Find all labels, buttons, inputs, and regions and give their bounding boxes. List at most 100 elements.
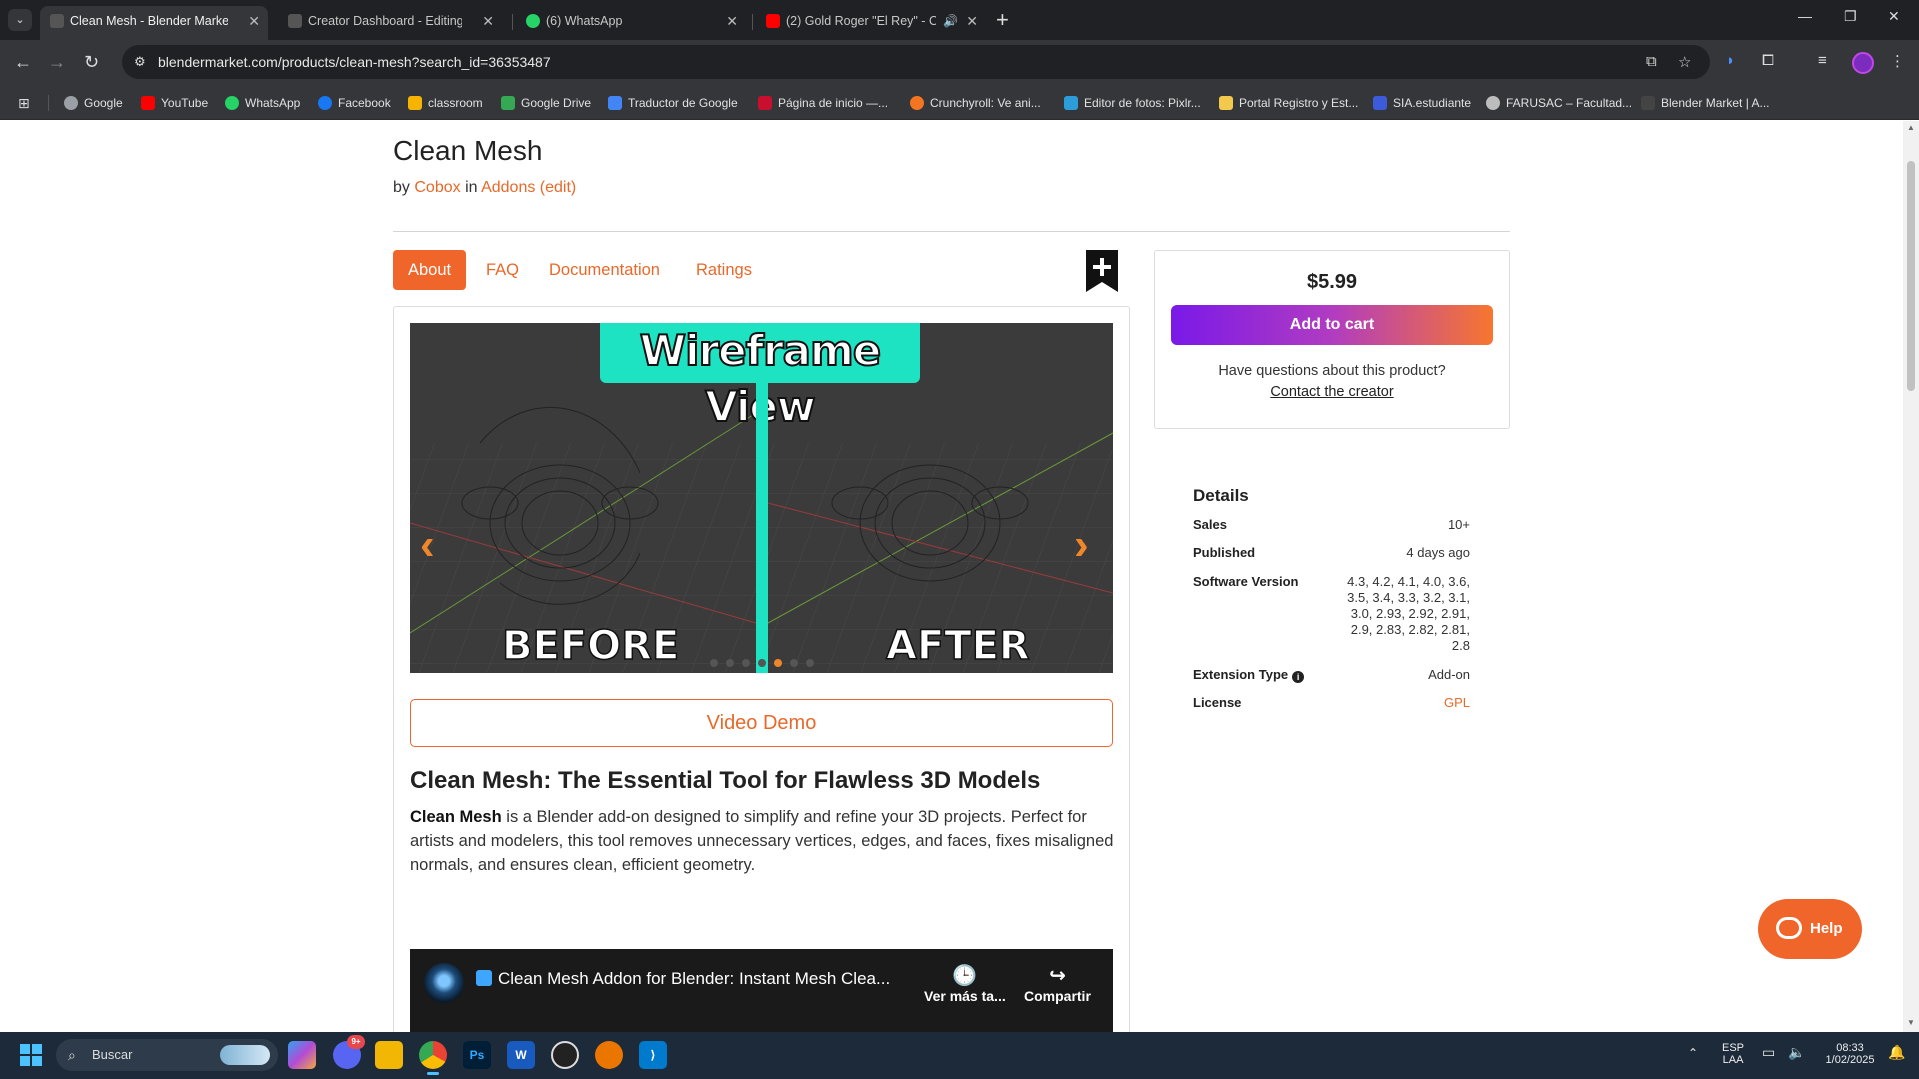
close-window-icon[interactable]: ✕ (1888, 8, 1900, 25)
bookmark-label: SIA.estudiante (1393, 96, 1472, 110)
taskbar-search[interactable]: ⌕ Buscar (56, 1039, 278, 1071)
word-icon[interactable]: W (507, 1041, 535, 1069)
tab-whatsapp[interactable]: (6) WhatsApp ✕ (516, 6, 746, 40)
scroll-down-icon[interactable]: ▼ (1907, 1018, 1915, 1027)
new-tab-icon[interactable]: + (996, 6, 1009, 34)
bookmark-classroom[interactable]: classroom (408, 86, 483, 120)
minimize-icon[interactable]: — (1798, 8, 1812, 24)
scroll-up-icon[interactable]: ▲ (1907, 123, 1915, 132)
add-to-cart-button[interactable]: Add to cart (1171, 305, 1493, 345)
search-placeholder: Buscar (92, 1047, 133, 1062)
vscode-icon[interactable]: ⟩ (639, 1041, 667, 1069)
details-heading: Details (1193, 486, 1249, 505)
profile-avatar[interactable] (1852, 52, 1874, 74)
scroll-thumb[interactable] (1907, 161, 1915, 391)
video-demo-button[interactable]: Video Demo (410, 699, 1113, 747)
carousel-next-icon[interactable]: › (1074, 523, 1089, 567)
close-tab-icon[interactable]: ✕ (966, 6, 978, 36)
close-tab-icon[interactable]: ✕ (726, 6, 738, 36)
bookmark-whatsapp[interactable]: WhatsApp (225, 86, 300, 120)
file-explorer-icon[interactable] (375, 1041, 403, 1069)
apps-grid-icon[interactable]: ⊞ (18, 95, 30, 112)
carousel-prev-icon[interactable]: ‹ (420, 523, 435, 567)
help-button[interactable]: Help (1758, 899, 1862, 959)
reload-icon[interactable]: ↻ (84, 51, 99, 73)
bookmark-home-page[interactable]: Página de inicio —... (758, 86, 888, 120)
blender-icon[interactable] (595, 1041, 623, 1069)
translate-icon[interactable]: ⧉ (1646, 53, 1657, 70)
site-info-icon[interactable]: ⚙ (134, 54, 146, 70)
classroom-icon (408, 96, 422, 110)
carousel-dot[interactable] (790, 659, 798, 667)
bookmark-pixlr[interactable]: Editor de fotos: Pixlr... (1064, 86, 1201, 120)
tab-search-icon[interactable]: ⌄ (8, 9, 32, 31)
carousel-dot[interactable] (726, 659, 734, 667)
bookmark-star-icon[interactable]: ☆ (1678, 53, 1691, 71)
carousel-dot[interactable] (742, 659, 750, 667)
blender-market-favicon-icon (50, 14, 64, 28)
bookmark-crunchyroll[interactable]: Crunchyroll: Ve ani... (910, 86, 1041, 120)
channel-avatar[interactable] (424, 963, 464, 1003)
tab-clean-mesh[interactable]: Clean Mesh - Blender Market ✕ (40, 6, 268, 40)
chrome-icon[interactable] (419, 1041, 447, 1075)
watch-later-button[interactable]: 🕒 Ver más ta... (924, 963, 1006, 1004)
tab-faq[interactable]: FAQ (486, 250, 519, 290)
page-scrollbar[interactable]: ▲ ▼ (1903, 121, 1919, 1032)
copilot-icon[interactable] (288, 1041, 316, 1069)
windows-taskbar: ⌕ Buscar 9+ Ps W ⟩ ⌃ ESP LAA ▭ 🔈 08:33 1… (0, 1032, 1919, 1079)
extensions-puzzle-icon[interactable]: ⧠ (1762, 52, 1774, 69)
bookmark-google[interactable]: Google (64, 86, 123, 120)
product-image-carousel[interactable]: Wireframe View BEFORE AFTER ‹ › (410, 323, 1113, 673)
weather-widget-icon[interactable] (220, 1045, 270, 1065)
discord-icon[interactable]: 9+ (333, 1035, 365, 1069)
media-controls-icon[interactable]: ≡ (1818, 52, 1827, 69)
bookmark-sia-estudiante[interactable]: SIA.estudiante (1373, 86, 1471, 120)
contact-creator-link[interactable]: Contact the creator (1154, 384, 1510, 400)
tab-documentation[interactable]: Documentation (549, 250, 660, 290)
browser-toolbar: ← → ↻ ⚙ blendermarket.com/products/clean… (0, 40, 1919, 86)
tab-about[interactable]: About (393, 250, 467, 290)
tab-creator-dashboard[interactable]: Creator Dashboard - Editing Pro ✕ (278, 6, 502, 40)
bookmark-blender-market[interactable]: Blender Market | A... (1641, 86, 1770, 120)
youtube-icon (141, 96, 155, 110)
edit-link[interactable]: (edit) (540, 179, 576, 196)
carousel-dot[interactable] (758, 659, 766, 667)
address-bar[interactable]: ⚙ blendermarket.com/products/clean-mesh?… (122, 45, 1710, 79)
menu-kebab-icon[interactable]: ⋮ (1890, 52, 1905, 70)
close-tab-icon[interactable]: ✕ (482, 6, 494, 36)
carousel-dot[interactable] (806, 659, 814, 667)
license-link[interactable]: GPL (1330, 695, 1470, 711)
add-to-collection-bookmark-icon[interactable] (1086, 250, 1118, 292)
youtube-embed[interactable]: Clean Mesh Addon for Blender: Instant Me… (410, 949, 1113, 1032)
language-indicator[interactable]: ESP LAA (1722, 1042, 1744, 1066)
carousel-dot[interactable] (774, 659, 782, 667)
close-tab-icon[interactable]: ✕ (248, 6, 260, 36)
audio-playing-icon[interactable]: 🔊 (943, 6, 958, 36)
photoshop-icon[interactable]: Ps (463, 1041, 491, 1069)
carousel-dot[interactable] (710, 659, 718, 667)
bookmark-translator[interactable]: Traductor de Google (608, 86, 738, 120)
notifications-bell-icon[interactable]: 🔔 (1888, 1044, 1905, 1061)
tab-youtube[interactable]: (2) Gold Roger "El Rey" - One 🔊 ✕ (756, 6, 986, 40)
extension-icon[interactable]: ◗ (1726, 52, 1735, 69)
tab-ratings[interactable]: Ratings (696, 250, 752, 290)
bookmark-farusac[interactable]: FARUSAC – Facultad... (1486, 86, 1632, 120)
obs-icon[interactable] (551, 1041, 579, 1069)
clock[interactable]: 08:33 1/02/2025 (1818, 1042, 1882, 1066)
share-button[interactable]: ↪ Compartir (1024, 963, 1091, 1004)
show-hidden-icons-icon[interactable]: ⌃ (1688, 1046, 1698, 1060)
youtube-video-title[interactable]: Clean Mesh Addon for Blender: Instant Me… (476, 969, 890, 989)
windows-start-icon[interactable] (20, 1044, 42, 1066)
bookmark-portal-registro[interactable]: Portal Registro y Est... (1219, 86, 1358, 120)
restore-icon[interactable]: ❐ (1844, 8, 1857, 25)
author-link[interactable]: Cobox (414, 179, 460, 196)
category-link[interactable]: Addons (481, 179, 535, 196)
network-icon[interactable]: ▭ (1762, 1044, 1775, 1061)
info-icon[interactable]: i (1292, 671, 1305, 683)
bookmark-facebook[interactable]: Facebook (318, 86, 391, 120)
bookmark-google-drive[interactable]: Google Drive (501, 86, 591, 120)
back-icon[interactable]: ← (14, 51, 32, 73)
volume-icon[interactable]: 🔈 (1788, 1044, 1805, 1061)
bookmark-youtube[interactable]: YouTube (141, 86, 208, 120)
forward-icon[interactable]: → (48, 51, 66, 73)
